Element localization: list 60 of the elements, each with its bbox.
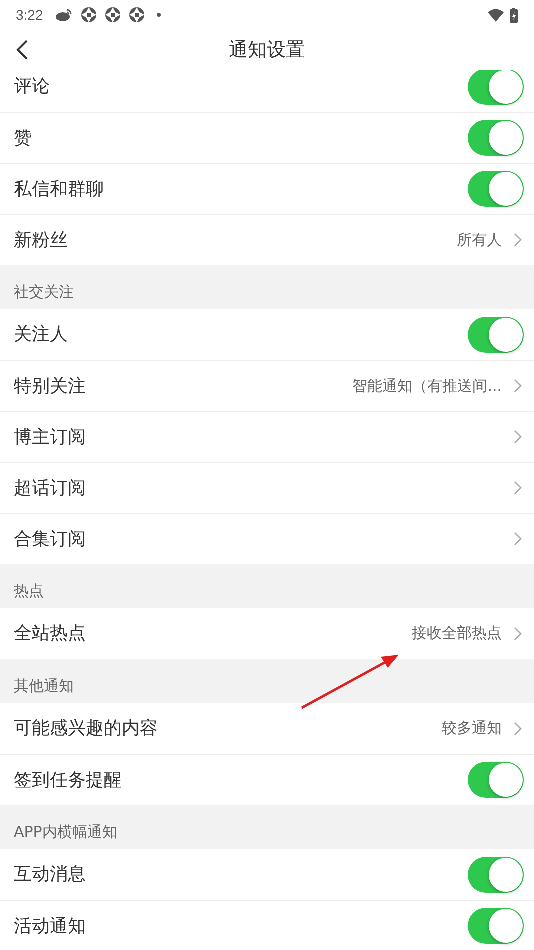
chevron-icon: [514, 233, 522, 247]
toggle-switch[interactable]: [468, 70, 524, 104]
settings-row[interactable]: 合集订阅: [0, 513, 534, 564]
chevron-icon: [514, 430, 522, 444]
chevron-icon: [514, 626, 522, 640]
settings-row[interactable]: 关注人: [0, 309, 534, 360]
settings-row[interactable]: 新粉丝 所有人: [0, 214, 534, 265]
aperture-icon: [81, 7, 98, 23]
aperture-icon: [129, 7, 146, 23]
chevron-icon: [514, 722, 522, 736]
row-label: 赞: [14, 126, 33, 150]
settings-row[interactable]: 特别关注 智能通知（有推送间...: [0, 360, 534, 411]
weibo-icon: [55, 8, 74, 22]
dot-icon: [157, 13, 162, 17]
toggle-switch[interactable]: [468, 762, 524, 798]
aperture-icon: [105, 7, 122, 23]
settings-row[interactable]: 私信和群聊: [0, 163, 534, 214]
battery-icon: [510, 8, 518, 22]
status-time: 3:22: [16, 6, 44, 24]
settings-row[interactable]: 互动消息: [0, 849, 534, 900]
row-label: 私信和群聊: [14, 178, 105, 202]
row-label: 活动通知: [14, 914, 87, 938]
wifi-icon: [488, 8, 504, 22]
row-label: 互动消息: [14, 863, 87, 887]
toggle-switch[interactable]: [468, 120, 524, 156]
row-value: 较多通知: [442, 718, 502, 740]
settings-row[interactable]: 签到任务提醒: [0, 754, 534, 805]
section-header: 社交关注: [14, 282, 74, 302]
settings-row[interactable]: 可能感兴趣的内容 较多通知: [0, 703, 534, 754]
settings-row[interactable]: 博主订阅: [0, 411, 534, 462]
row-label: 新粉丝: [14, 228, 69, 252]
row-label: 合集订阅: [14, 528, 87, 552]
toggle-switch[interactable]: [468, 856, 524, 892]
chevron-icon: [514, 532, 522, 546]
section-header: 热点: [14, 580, 44, 602]
section-header: APP内横幅通知: [14, 822, 118, 842]
settings-row[interactable]: 活动通知: [0, 900, 534, 950]
row-value: 智能通知（有推送间...: [352, 376, 502, 397]
settings-row[interactable]: 赞: [0, 112, 534, 163]
toggle-switch[interactable]: [468, 171, 524, 207]
row-label: 可能感兴趣的内容: [14, 717, 159, 741]
back-icon: [16, 40, 28, 60]
toggle-switch[interactable]: [468, 316, 524, 352]
chevron-icon: [514, 379, 522, 393]
row-label: 特别关注: [14, 374, 87, 398]
page-title: 通知设置: [229, 38, 305, 63]
settings-row[interactable]: 超话订阅: [0, 462, 534, 513]
row-value: 所有人: [457, 230, 502, 251]
settings-row[interactable]: 全站热点 接收全部热点: [0, 608, 534, 659]
row-label: 博主订阅: [14, 426, 87, 450]
settings-row[interactable]: 评论: [0, 70, 534, 112]
row-value: 接收全部热点: [412, 623, 502, 644]
row-label: 关注人: [14, 323, 69, 347]
row-label: 全站热点: [14, 622, 87, 646]
section-header: 其他通知: [14, 676, 74, 696]
chevron-icon: [514, 481, 522, 495]
toggle-switch[interactable]: [468, 908, 524, 944]
row-label: 超话订阅: [14, 476, 87, 500]
row-label: 评论: [14, 75, 51, 99]
row-label: 签到任务提醒: [14, 768, 123, 792]
